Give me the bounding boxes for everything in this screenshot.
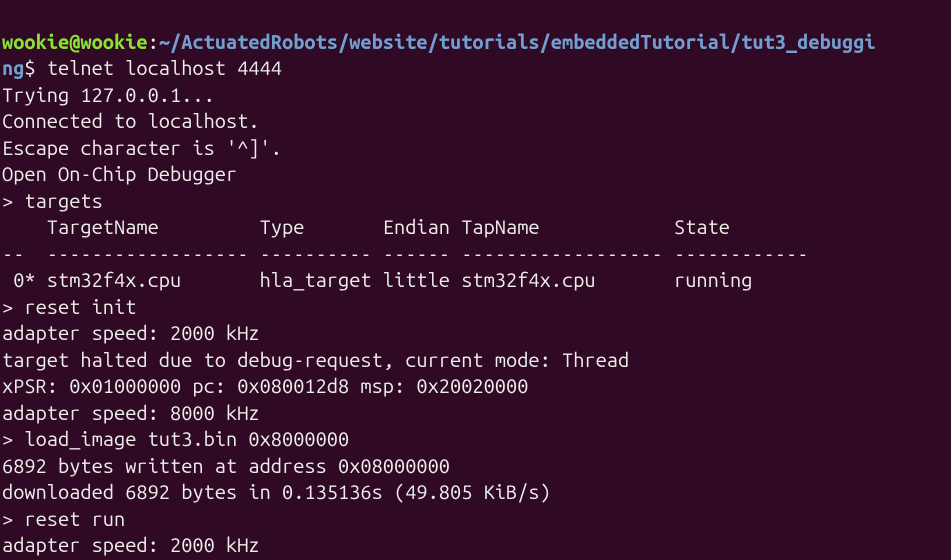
- table-divider: -- ------------------ ---------- ------ …: [2, 242, 808, 265]
- output-line: > load_image tut3.bin 0x8000000: [2, 427, 349, 450]
- prompt-separator: :: [148, 30, 159, 53]
- output-line: > reset init: [2, 295, 136, 318]
- table-row: 0* stm32f4x.cpu hla_target little stm32f…: [2, 268, 752, 291]
- command-input[interactable]: telnet localhost 4444: [47, 56, 282, 79]
- output-line: Connected to localhost.: [2, 109, 260, 132]
- output-line: adapter speed: 2000 kHz: [2, 321, 260, 344]
- output-line: 6892 bytes written at address 0x08000000: [2, 454, 450, 477]
- table-header: TargetName Type Endian TapName State: [2, 215, 808, 238]
- output-line: > targets: [2, 189, 103, 212]
- output-line: adapter speed: 2000 kHz: [2, 533, 260, 556]
- terminal[interactable]: wookie@wookie:~/ActuatedRobots/website/t…: [0, 0, 951, 560]
- prompt-path-cont: ng: [2, 56, 24, 79]
- output-line: xPSR: 0x01000000 pc: 0x080012d8 msp: 0x2…: [2, 374, 528, 397]
- output-line: > reset run: [2, 507, 125, 530]
- prompt-user-host: wookie@wookie: [2, 30, 148, 53]
- output-line: adapter speed: 8000 kHz: [2, 401, 260, 424]
- output-line: Open On-Chip Debugger: [2, 162, 237, 185]
- output-line: downloaded 6892 bytes in 0.135136s (49.8…: [2, 480, 551, 503]
- output-line: target halted due to debug-request, curr…: [2, 348, 640, 371]
- prompt-symbol: $: [24, 56, 46, 79]
- prompt-path: ~/ActuatedRobots/website/tutorials/embed…: [159, 30, 876, 53]
- output-line: Trying 127.0.0.1...: [2, 83, 215, 106]
- output-line: Escape character is '^]'.: [2, 136, 282, 159]
